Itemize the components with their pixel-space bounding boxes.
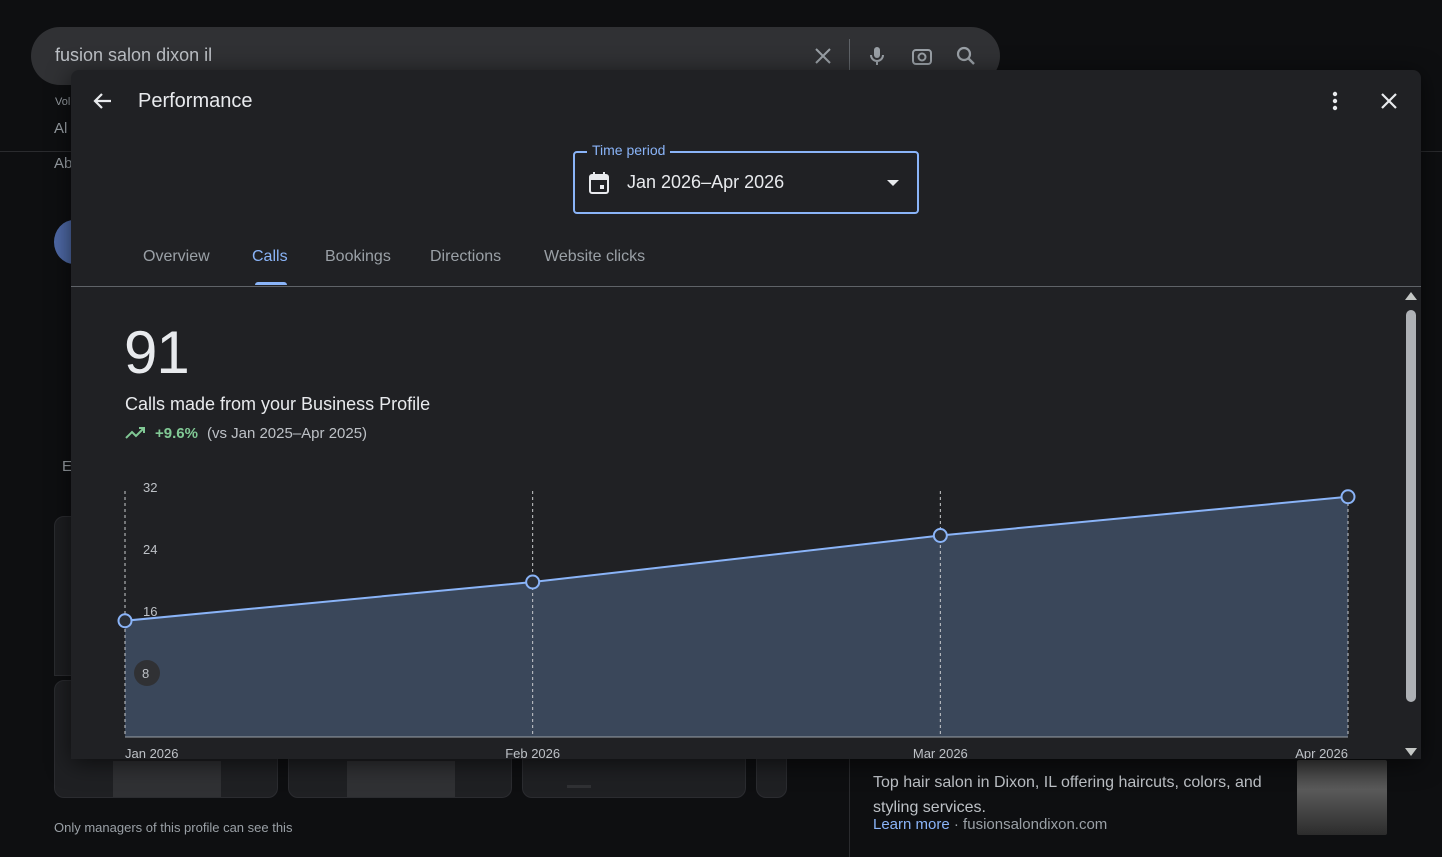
y-tick-label: 32 [143,480,157,495]
bg-fragment: Al [54,120,68,137]
bg-fragment: Vol [55,96,71,108]
y-tick-label: 16 [143,604,157,619]
learn-more-link[interactable]: Learn more [873,816,950,833]
y-tick-label: 8 [142,666,149,681]
data-point [932,528,948,543]
bg-divider [849,758,850,857]
x-tick-label: Jan 2026 [125,746,179,759]
search-divider [849,39,850,73]
result-description: Top hair salon in Dixon, IL offering hai… [873,774,1262,816]
data-point [1340,489,1356,505]
data-point [525,574,541,590]
scrollbar[interactable] [1404,292,1418,759]
scroll-down-icon[interactable] [1405,748,1417,756]
calls-chart: 8 16 24 32 Jan 2026 Feb 2026 Mar 2026 Apr 2026 [117,480,1356,759]
search-query[interactable]: fusion salon dixon il [55,45,212,66]
managers-note: Only managers of this profile can see th… [54,820,293,835]
microphone-icon[interactable] [865,44,889,68]
series-area [125,496,1348,737]
performance-dialog: Performance Time period Jan 2026–Apr 202… [71,70,1421,759]
scroll-thumb[interactable] [1406,310,1416,702]
scroll-up-icon[interactable] [1405,292,1417,300]
bg-fragment: Ab [54,155,73,172]
y-tick-label: 24 [143,542,157,557]
result-links: Learn more · fusionsalondixon.com [873,816,1107,833]
x-tick-label: Mar 2026 [913,746,968,759]
x-tick-label: Apr 2026 [1295,746,1348,759]
data-point [117,613,133,629]
x-tick-label: Feb 2026 [505,746,560,759]
search-icon[interactable] [954,44,978,68]
clear-icon[interactable] [811,44,835,68]
salon-thumbnail[interactable] [1297,760,1387,835]
camera-lens-icon[interactable] [910,44,934,68]
result-domain[interactable]: · fusionsalondixon.com [954,816,1107,833]
